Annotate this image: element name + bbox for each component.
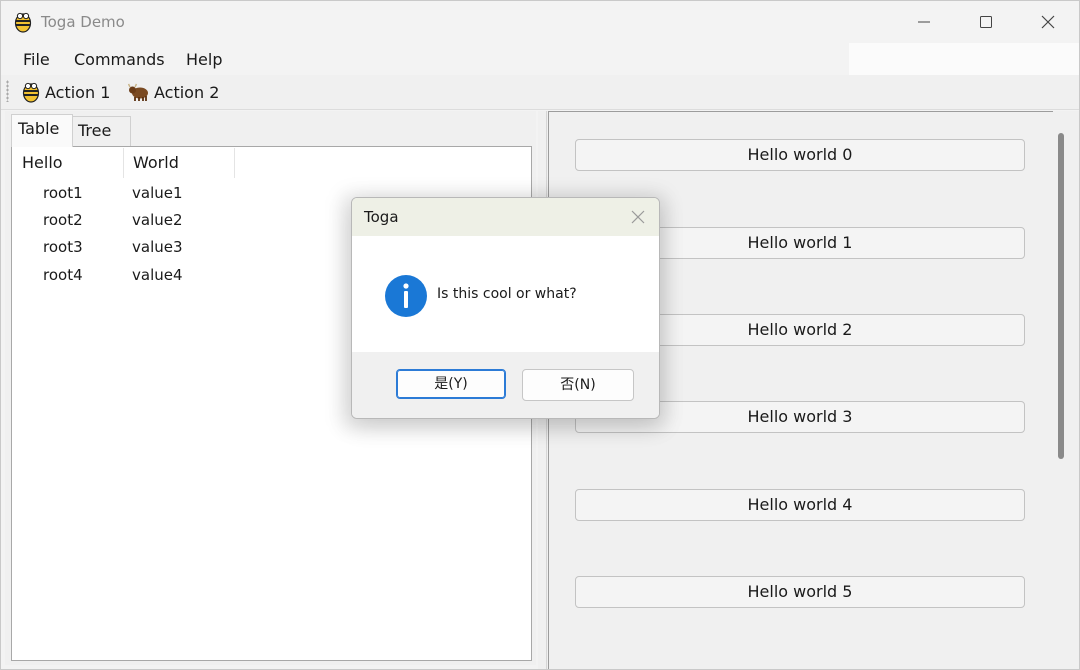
minimize-icon [918,21,930,23]
tab-tree-label: Tree [78,121,112,140]
table-cell[interactable]: value1 [132,184,183,202]
maximize-icon [980,16,992,28]
column-header-world[interactable]: World [133,153,179,172]
table-cell[interactable]: root2 [43,211,83,229]
minimize-button[interactable] [893,1,955,43]
message-dialog: Toga Is this cool or what? 是(Y) 否(N) [351,197,660,419]
title-bar[interactable]: Toga Demo [1,1,1079,43]
action2-label: Action 2 [154,82,220,102]
maximize-button[interactable] [955,1,1017,43]
dialog-title-bar[interactable]: Toga [352,198,659,236]
table-cell[interactable]: value2 [132,211,183,229]
table-cell[interactable]: root3 [43,238,83,256]
tab-tree[interactable]: Tree [71,116,131,147]
column-header-hello[interactable]: Hello [22,153,63,172]
column-divider[interactable] [123,148,124,178]
yak-icon [128,83,148,101]
tab-table-label: Table [18,119,60,138]
column-divider[interactable] [234,148,235,178]
dialog-message: Is this cool or what? [437,286,577,302]
menu-bar-fill [849,43,1079,75]
action1-button[interactable]: Action 1 [21,79,110,105]
close-icon [1041,15,1055,29]
action1-label: Action 1 [45,82,111,102]
close-button[interactable] [1017,1,1079,43]
no-button[interactable]: 否(N) [522,369,634,401]
dialog-title: Toga [364,208,399,226]
table-cell[interactable]: value4 [132,266,183,284]
hello-world-button-4[interactable]: Hello world 4 [575,489,1025,521]
table-cell[interactable]: root4 [43,266,83,284]
table-cell[interactable]: root1 [43,184,83,202]
menu-commands[interactable]: Commands [74,50,165,69]
tab-table[interactable]: Table [11,114,73,147]
menu-file[interactable]: File [23,50,50,69]
dialog-close-icon[interactable] [628,207,648,227]
app-window: Toga Demo File Commands Help Action 1 Ac… [0,0,1080,670]
toolbar-grip[interactable] [6,80,9,102]
window-title: Toga Demo [41,13,125,31]
toga-app-icon [14,12,32,33]
info-icon [385,275,427,317]
bee-icon [22,82,40,103]
hello-world-button-5[interactable]: Hello world 5 [575,576,1025,608]
hello-world-button-0[interactable]: Hello world 0 [575,139,1025,171]
menu-help[interactable]: Help [186,50,222,69]
yes-button[interactable]: 是(Y) [396,369,506,399]
table-cell[interactable]: value3 [132,238,183,256]
action2-button[interactable]: Action 2 [128,79,219,105]
vertical-scrollbar[interactable] [1058,133,1064,459]
